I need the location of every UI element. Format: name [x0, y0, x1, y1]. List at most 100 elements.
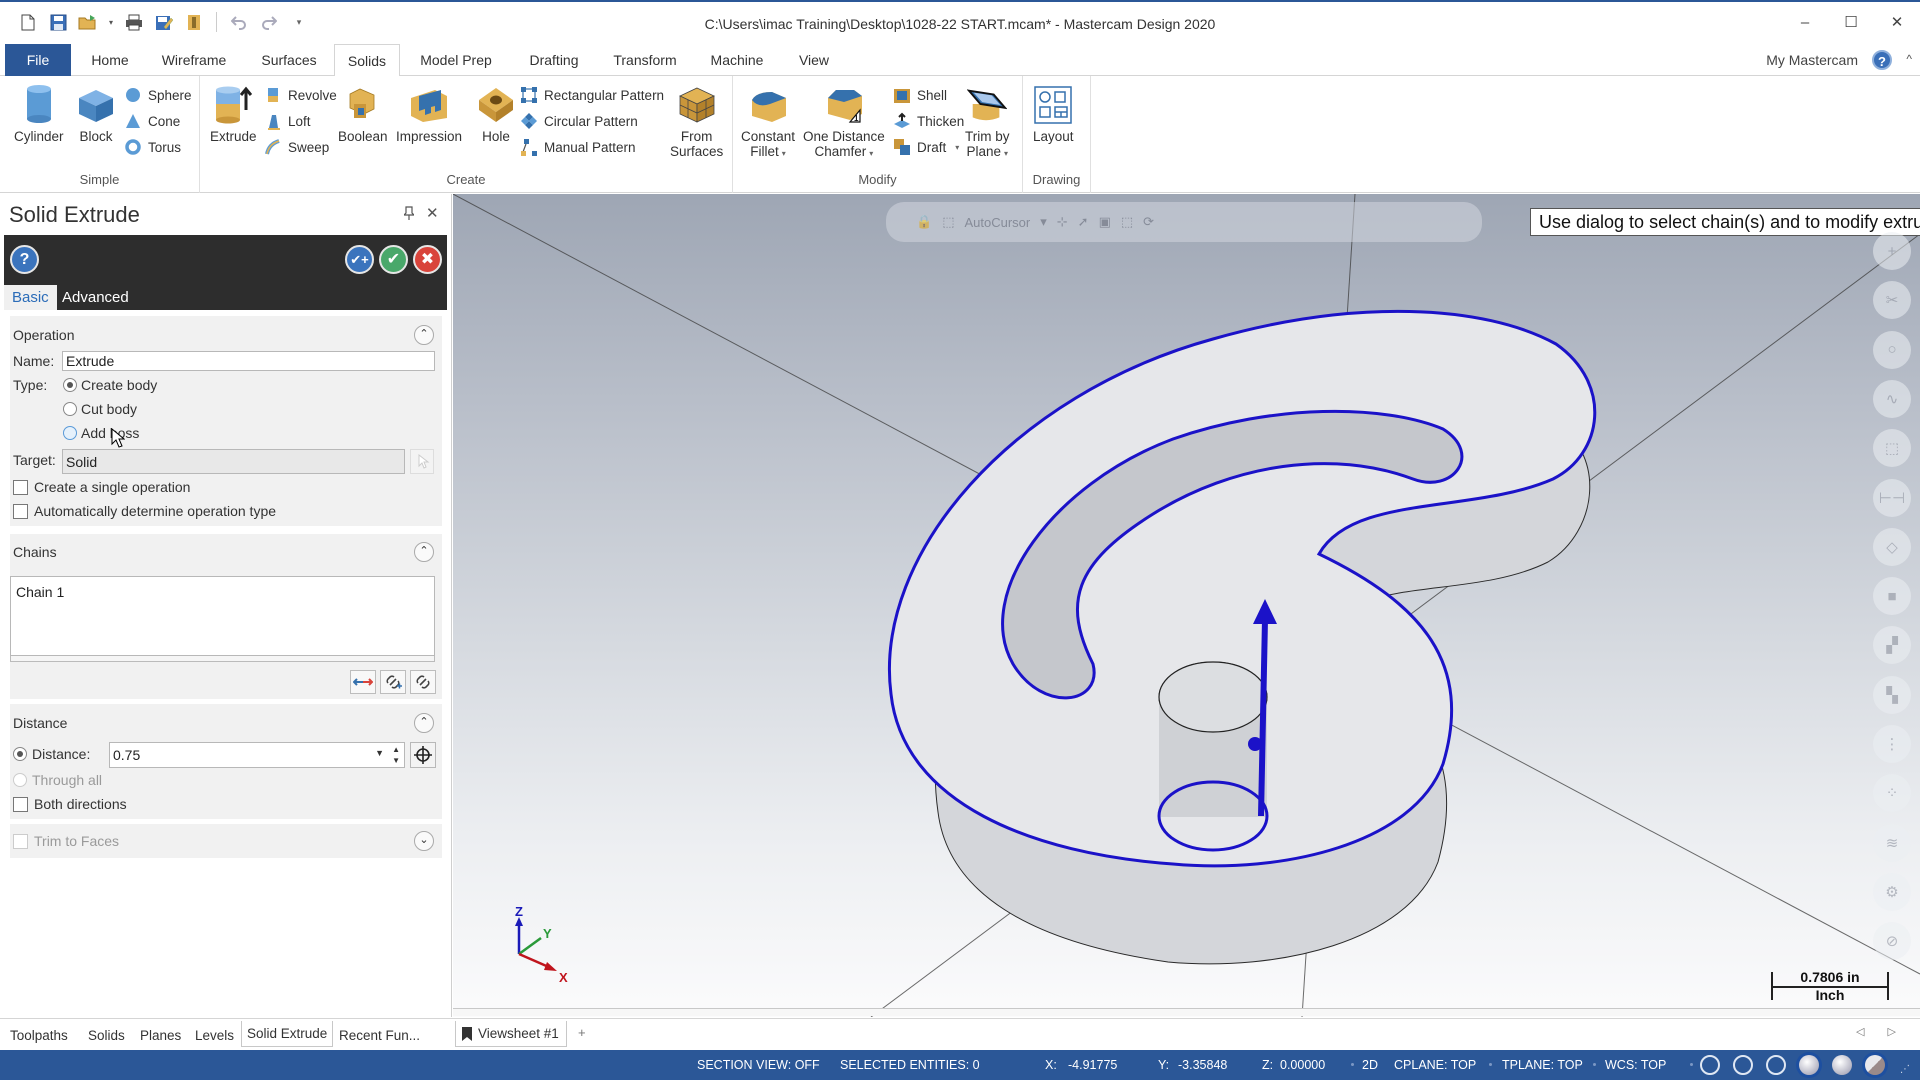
select-filter-icon[interactable]: ▣ [1099, 214, 1111, 230]
section-view-status[interactable]: SECTION VIEW: OFF [697, 1058, 820, 1072]
loft-button[interactable]: Loft [264, 110, 311, 132]
copy-to-level-icon[interactable]: ▚ [1873, 675, 1911, 714]
bottom-tab-recent-functions[interactable]: Recent Fun... [339, 1025, 420, 1047]
solid-icon[interactable]: ■ [1873, 577, 1911, 616]
viewsheet-nav-arrows[interactable]: ◁ ▷ [1856, 1025, 1906, 1038]
shaded-edges-view-icon[interactable] [1832, 1055, 1852, 1075]
expand-trim-to-faces-icon[interactable]: ⌄ [414, 831, 434, 851]
draft-button[interactable]: Draft ▾ [893, 136, 959, 158]
cut-body-label[interactable]: Cut body [81, 401, 137, 417]
tab-surfaces[interactable]: Surfaces [254, 44, 324, 76]
tab-advanced[interactable]: Advanced [54, 285, 137, 310]
bottom-tab-solid-extrude[interactable]: Solid Extrude [241, 1021, 334, 1047]
close-window-button[interactable]: ✕ [1874, 2, 1920, 42]
auto-determine-type-checkbox[interactable] [13, 504, 28, 519]
manual-pattern-button[interactable]: Manual Pattern [520, 136, 636, 158]
torus-button[interactable]: Torus [124, 136, 181, 158]
select-options-icon[interactable]: ⟳ [1143, 214, 1154, 230]
help-icon[interactable]: ? [1872, 50, 1892, 70]
tab-view[interactable]: View [790, 44, 838, 76]
lock-icon[interactable]: 🔒 [916, 214, 932, 230]
maximize-button[interactable]: ☐ [1828, 2, 1874, 42]
levels-icon[interactable]: ≋ [1873, 823, 1911, 862]
add-icon[interactable]: + [1873, 232, 1911, 270]
revolve-button[interactable]: Revolve [264, 84, 337, 106]
chain-list-item[interactable]: Chain 1 [16, 584, 64, 600]
bottom-tab-solids[interactable]: Solids [88, 1025, 125, 1047]
boolean-button[interactable]: Boolean [338, 84, 388, 144]
rechain-button[interactable] [410, 670, 436, 694]
bottom-tab-planes[interactable]: Planes [140, 1025, 181, 1047]
circle-icon[interactable]: ○ [1873, 330, 1911, 369]
bottom-tab-levels[interactable]: Levels [195, 1025, 234, 1047]
create-body-radio[interactable] [63, 378, 77, 392]
add-chain-button[interactable] [380, 670, 406, 694]
autocursor-label[interactable]: AutoCursor [964, 215, 1030, 230]
through-all-label[interactable]: Through all [32, 772, 102, 788]
my-mastercam-link[interactable]: My Mastercam [1766, 52, 1858, 68]
tab-machine[interactable]: Machine [702, 44, 772, 76]
reverse-chain-button[interactable] [350, 670, 376, 694]
distance-radio[interactable] [13, 747, 27, 761]
cut-body-radio[interactable] [63, 402, 77, 416]
name-input[interactable] [62, 351, 435, 371]
panel-close-icon[interactable]: ✕ [426, 204, 439, 222]
distance-spinner-icon[interactable]: ▲ ▼ [392, 744, 400, 766]
tab-drafting[interactable]: Drafting [520, 44, 588, 76]
impression-button[interactable]: Impression [396, 84, 462, 144]
window-select-icon[interactable]: ⬚ [1121, 214, 1133, 230]
distance-input[interactable]: 0.75 ▼ ▲ ▼ [109, 742, 405, 768]
one-distance-chamfer-button[interactable]: 1 One Distance Chamfer ▾ [803, 84, 885, 161]
cancel-icon[interactable]: ⊘ [1873, 922, 1911, 961]
2d-3d-toggle[interactable]: 2D [1362, 1058, 1378, 1072]
shell-button[interactable]: Shell [893, 84, 947, 106]
snap-icon[interactable]: ⊹ [1057, 214, 1068, 230]
shaded-view-icon[interactable] [1799, 1055, 1819, 1075]
globe-view-icon[interactable] [1700, 1055, 1720, 1075]
thicken-button[interactable]: Thicken [893, 110, 964, 132]
block-button[interactable]: Block [76, 84, 116, 144]
sphere-button[interactable]: Sphere [124, 84, 192, 106]
tplane-status[interactable]: TPLANE: TOP [1502, 1058, 1583, 1072]
analyze-icon[interactable]: ⋮ [1873, 725, 1911, 763]
layout-button[interactable]: Layout [1033, 84, 1074, 144]
tab-home[interactable]: Home [86, 44, 134, 76]
collapse-distance-icon[interactable]: ⌃ [414, 713, 434, 733]
create-single-operation-label[interactable]: Create a single operation [34, 479, 190, 495]
add-boss-radio[interactable] [63, 426, 77, 440]
chains-list[interactable]: Chain 1 [10, 576, 435, 656]
sweep-tool-icon[interactable]: ◇ [1873, 527, 1911, 566]
help-button[interactable]: ? [10, 245, 39, 274]
bottom-tab-toolpaths[interactable]: Toolpaths [10, 1025, 68, 1047]
tab-wireframe[interactable]: Wireframe [156, 44, 232, 76]
sweep-button[interactable]: Sweep [264, 136, 329, 158]
translucency-icon[interactable] [1865, 1055, 1885, 1075]
ok-and-create-new-button[interactable]: ✔+ [345, 245, 374, 274]
trim-to-faces-checkbox[interactable] [13, 834, 28, 849]
select-icon[interactable]: ➚ [1078, 214, 1089, 230]
settings-gear-icon[interactable]: ⚙ [1873, 872, 1911, 911]
both-directions-checkbox[interactable] [13, 797, 28, 812]
trim-by-plane-button[interactable]: Trim by Plane ▾ [965, 84, 1010, 161]
viewsheet-tab[interactable]: Viewsheet #1 [455, 1021, 567, 1047]
extrude-button[interactable]: Extrude [210, 84, 257, 144]
collapse-operation-icon[interactable]: ⌃ [414, 325, 434, 345]
autocursor-icon[interactable]: ⬚ [942, 214, 954, 230]
tab-basic[interactable]: Basic [4, 285, 57, 310]
wireframe-view-icon[interactable] [1733, 1055, 1753, 1075]
both-directions-label[interactable]: Both directions [34, 796, 127, 812]
collapse-chains-icon[interactable]: ⌃ [414, 542, 434, 562]
create-single-operation-checkbox[interactable] [13, 480, 28, 495]
tab-model-prep[interactable]: Model Prep [413, 44, 499, 76]
wcs-status[interactable]: WCS: TOP [1605, 1058, 1666, 1072]
minimize-button[interactable]: – [1782, 2, 1828, 42]
cylinder-button[interactable]: Cylinder [14, 84, 64, 144]
viewport-scrollbar[interactable] [453, 1008, 1920, 1016]
hidden-line-view-icon[interactable] [1766, 1055, 1786, 1075]
through-all-radio[interactable] [13, 773, 27, 787]
dimension-icon[interactable]: ⊢⊣ [1873, 478, 1911, 517]
ok-button[interactable]: ✔ [379, 245, 408, 274]
cancel-button[interactable]: ✖ [413, 245, 442, 274]
auto-determine-type-label[interactable]: Automatically determine operation type [34, 503, 276, 519]
wireframe-box-icon[interactable]: ⬚ [1873, 429, 1911, 468]
